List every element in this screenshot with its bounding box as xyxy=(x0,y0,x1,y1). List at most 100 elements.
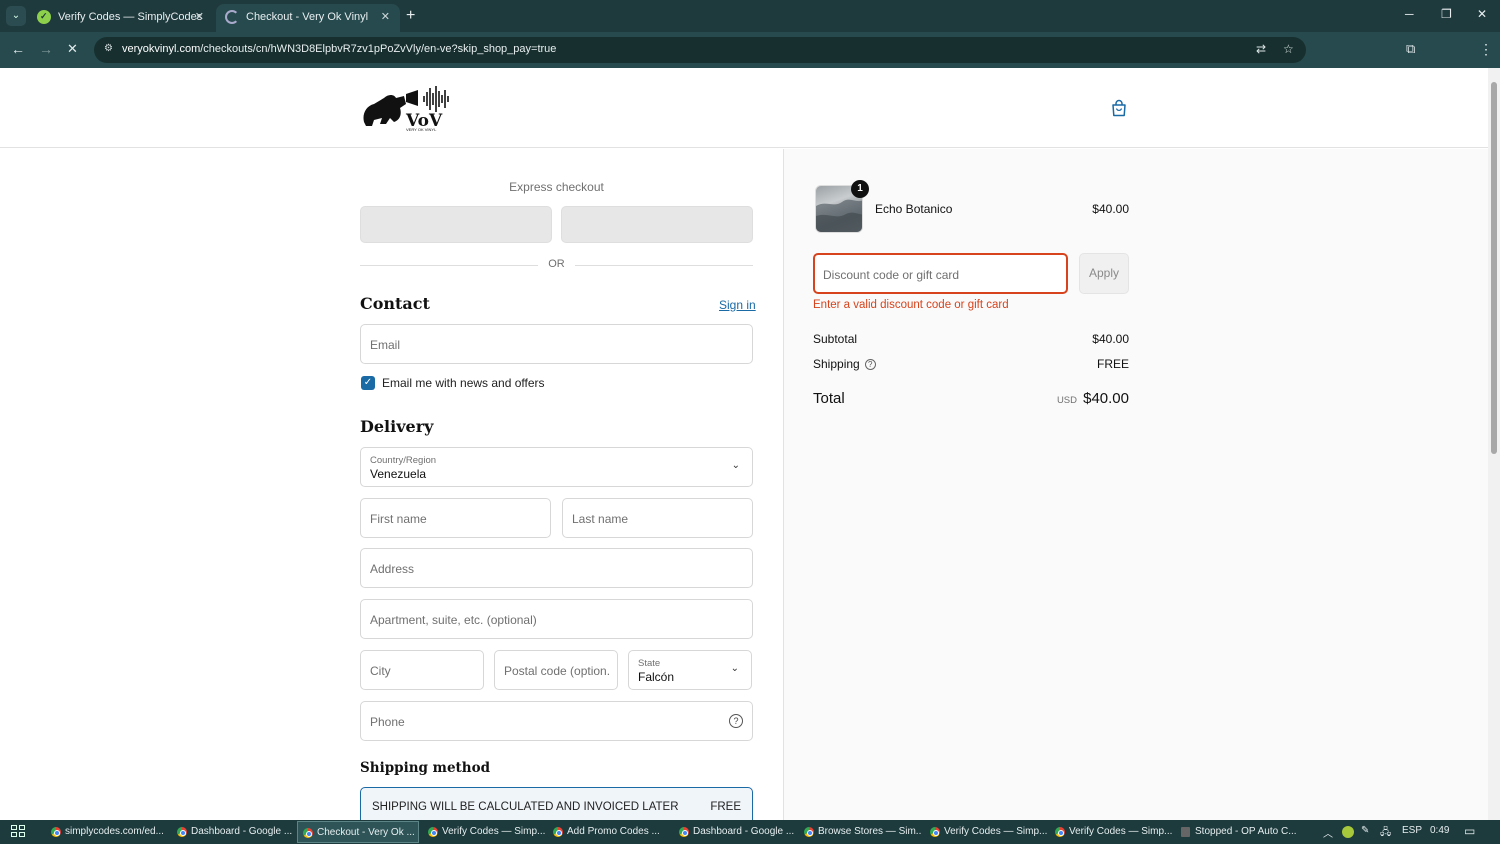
address-bar[interactable]: ⚙ veryokvinyl.com/checkouts/cn/hWN3D8Elp… xyxy=(94,37,1306,63)
tray-app-icon[interactable] xyxy=(1342,826,1354,838)
taskbar-item-label: Checkout - Very Ok ... xyxy=(317,827,415,838)
apply-discount-button[interactable]: Apply xyxy=(1079,253,1129,294)
close-tab-icon[interactable]: ✕ xyxy=(195,4,204,30)
new-tab-plus-icon[interactable]: + xyxy=(406,6,415,26)
city-field[interactable]: City xyxy=(360,650,484,690)
shipping-option[interactable]: SHIPPING WILL BE CALCULATED AND INVOICED… xyxy=(360,787,753,820)
total-label: Total xyxy=(813,390,845,407)
taskbar-item-label: Verify Codes — Simp... xyxy=(442,826,545,837)
tab-title: Checkout - Very Ok Vinyl xyxy=(246,11,369,23)
taskbar-item[interactable]: Add Promo Codes ... xyxy=(548,821,670,843)
network-icon[interactable]: 🖧 xyxy=(1380,825,1391,842)
tab-verify-codes[interactable]: Verify Codes — SimplyCodes ✕ xyxy=(28,3,214,32)
scrollbar-thumb[interactable] xyxy=(1491,82,1497,454)
close-tab-icon[interactable]: ✕ xyxy=(381,4,390,30)
shopping-bag-icon[interactable] xyxy=(1111,99,1127,117)
bookmark-star-icon[interactable]: ☆ xyxy=(1283,42,1294,56)
taskbar-item[interactable]: Stopped - OP Auto C... xyxy=(1176,821,1298,843)
tab-checkout[interactable]: Checkout - Very Ok Vinyl ✕ xyxy=(216,4,400,32)
chrome-icon xyxy=(177,827,187,837)
sign-in-link[interactable]: Sign in xyxy=(719,298,756,312)
tray-chevron-up-icon[interactable]: ︿ xyxy=(1323,825,1333,840)
phone-placeholder: Phone xyxy=(370,715,405,729)
taskbar-item[interactable]: Verify Codes — Simp... xyxy=(1050,821,1172,843)
postal-code-field[interactable]: Postal code (option... xyxy=(494,650,618,690)
more-menu-icon[interactable]: ⋮ xyxy=(1479,41,1493,58)
extensions-puzzle-icon[interactable]: ⧉ xyxy=(1406,41,1415,57)
taskbar-item-label: Stopped - OP Auto C... xyxy=(1195,826,1297,837)
browser-tabbar: ⌄ Verify Codes — SimplyCodes ✕ Checkout … xyxy=(0,0,1500,32)
taskbar-item-label: simplycodes.com/ed... xyxy=(65,826,164,837)
last-name-field[interactable]: Last name xyxy=(562,498,753,538)
browser-toolbar: ← → ✕ ⚙ veryokvinyl.com/checkouts/cn/hWN… xyxy=(0,32,1500,88)
taskbar-item[interactable]: Dashboard - Google ... xyxy=(172,821,294,843)
country-select[interactable]: Country/Region Venezuela ⌄ xyxy=(360,447,753,487)
taskbar-item[interactable]: Verify Codes — Simp... xyxy=(423,821,545,843)
taskbar-item-label: Dashboard - Google ... xyxy=(191,826,293,837)
help-question-icon[interactable]: ? xyxy=(729,714,743,728)
simplycodes-favicon-icon xyxy=(37,3,51,29)
forward-arrow-icon[interactable]: → xyxy=(39,41,53,57)
taskbar-item[interactable]: Browse Stores — Sim... xyxy=(799,821,921,843)
shipping-row: Shipping? FREE xyxy=(813,357,1129,371)
shipping-help-icon[interactable]: ? xyxy=(864,359,876,371)
first-name-field[interactable]: First name xyxy=(360,498,551,538)
first-name-placeholder: First name xyxy=(370,512,427,526)
email-field[interactable]: Email xyxy=(360,324,753,364)
store-logo[interactable]: VoV VERY OK VINYL xyxy=(360,84,452,132)
translate-icon[interactable]: ⇄ xyxy=(1256,42,1266,56)
total-value: $40.00 xyxy=(1083,390,1129,407)
minimize-icon[interactable]: ─ xyxy=(1405,7,1414,21)
shipping-value: FREE xyxy=(1096,357,1129,371)
taskbar-item-label: Add Promo Codes ... xyxy=(567,826,660,837)
tray-pen-icon[interactable]: ✎ xyxy=(1361,825,1369,836)
svg-text:VERY OK VINYL: VERY OK VINYL xyxy=(406,127,437,132)
state-value: Falcón xyxy=(638,670,675,684)
or-label: OR xyxy=(548,258,565,270)
address-field[interactable]: Address xyxy=(360,548,753,588)
phone-field[interactable]: Phone ? xyxy=(360,701,753,741)
chrome-icon xyxy=(1055,827,1065,837)
total-currency: USD xyxy=(1056,395,1077,406)
delivery-heading: Delivery xyxy=(360,417,434,436)
notifications-icon[interactable]: ▭ xyxy=(1464,824,1475,838)
express-pay-button-1[interactable] xyxy=(360,206,552,243)
tab-search-chevron-icon[interactable]: ⌄ xyxy=(6,6,26,26)
restore-icon[interactable]: ❐ xyxy=(1441,7,1452,21)
taskbar-item-label: Verify Codes — Simp... xyxy=(944,826,1047,837)
subtotal-row: Subtotal $40.00 xyxy=(813,332,1129,346)
state-select[interactable]: State Falcón ⌄ xyxy=(628,650,752,690)
windows-taskbar: simplycodes.com/ed... Dashboard - Google … xyxy=(0,820,1500,844)
product-price: $40.00 xyxy=(1092,202,1129,216)
newsletter-checkbox[interactable]: ✓ xyxy=(361,376,375,390)
newsletter-label: Email me with news and offers xyxy=(382,376,545,390)
taskbar-item-label: Browse Stores — Sim... xyxy=(818,826,921,837)
chevron-down-icon: ⌄ xyxy=(730,663,739,674)
product-name: Echo Botanico xyxy=(875,202,953,216)
discount-code-input[interactable]: Discount code or gift card xyxy=(813,253,1068,294)
taskbar-item-label: Verify Codes — Simp... xyxy=(1069,826,1172,837)
back-arrow-icon[interactable]: ← xyxy=(11,41,25,57)
express-pay-button-2[interactable] xyxy=(561,206,753,243)
tab-title: Verify Codes — SimplyCodes xyxy=(58,11,203,23)
country-value: Venezuela xyxy=(370,467,427,481)
site-info-icon[interactable]: ⚙ xyxy=(104,43,116,55)
divider-line xyxy=(575,265,753,266)
page-scrollbar[interactable] xyxy=(1488,68,1500,820)
clock[interactable]: 0:49 xyxy=(1430,825,1449,836)
email-placeholder: Email xyxy=(370,338,401,352)
taskbar-item-label: Dashboard - Google ... xyxy=(693,826,795,837)
subtotal-value: $40.00 xyxy=(1092,332,1129,346)
or-divider: OR xyxy=(360,258,753,272)
taskbar-item[interactable]: Checkout - Very Ok ... xyxy=(297,821,419,843)
stop-loading-icon[interactable]: ✕ xyxy=(67,41,78,57)
contact-heading: Contact xyxy=(360,294,430,313)
taskbar-item[interactable]: simplycodes.com/ed... xyxy=(46,821,168,843)
taskbar-item[interactable]: Dashboard - Google ... xyxy=(674,821,796,843)
task-view-icon[interactable] xyxy=(11,825,27,839)
taskbar-item[interactable]: Verify Codes — Simp... xyxy=(925,821,1047,843)
apartment-placeholder: Apartment, suite, etc. (optional) xyxy=(370,613,537,627)
close-window-icon[interactable]: ✕ xyxy=(1477,7,1487,21)
language-indicator[interactable]: ESP xyxy=(1402,825,1422,836)
apartment-field[interactable]: Apartment, suite, etc. (optional) xyxy=(360,599,753,639)
